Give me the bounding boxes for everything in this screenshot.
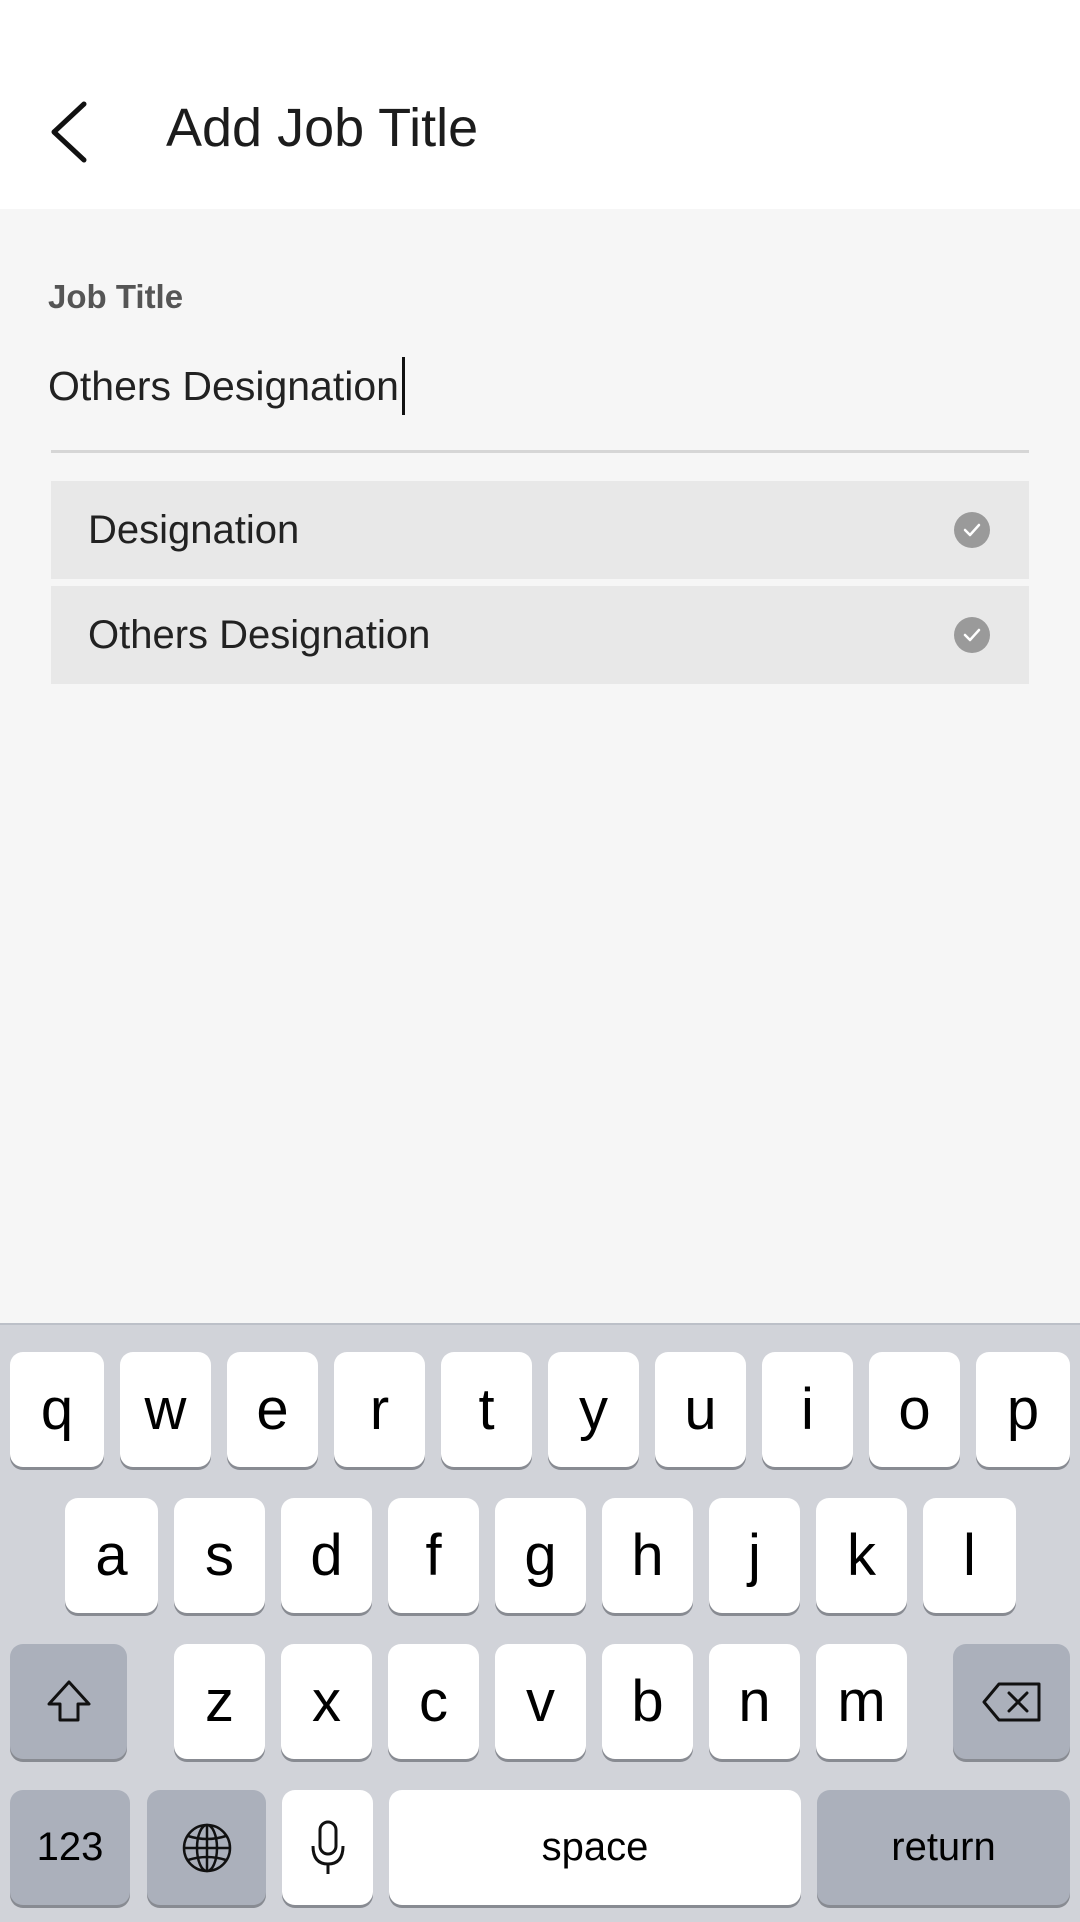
key-v[interactable]: v [495,1644,586,1759]
key-b[interactable]: b [602,1644,693,1759]
space-key[interactable]: space [389,1790,801,1905]
key-w[interactable]: w [120,1352,211,1467]
check-circle-icon [954,512,990,548]
input-underline [51,450,1029,453]
numbers-key[interactable]: 123 [10,1790,130,1905]
key-e[interactable]: e [227,1352,318,1467]
key-x[interactable]: x [281,1644,372,1759]
return-key[interactable]: return [817,1790,1070,1905]
suggestion-item-others-designation[interactable]: Others Designation [51,586,1029,684]
suggestion-label: Others Designation [88,612,431,657]
chevron-left-icon [51,101,87,163]
key-y[interactable]: y [548,1352,639,1467]
key-z[interactable]: z [174,1644,265,1759]
key-c[interactable]: c [388,1644,479,1759]
shift-key[interactable] [10,1644,127,1759]
back-button[interactable] [38,92,98,172]
key-p[interactable]: p [976,1352,1070,1467]
microphone-key[interactable] [282,1790,373,1905]
key-a[interactable]: a [65,1498,158,1613]
key-s[interactable]: s [174,1498,265,1613]
key-m[interactable]: m [816,1644,907,1759]
key-n[interactable]: n [709,1644,800,1759]
on-screen-keyboard: q w e r t y u i o p a s d f g h j k l z … [0,1323,1080,1922]
backspace-key[interactable] [953,1644,1070,1759]
key-i[interactable]: i [762,1352,853,1467]
backspace-icon [982,1682,1040,1721]
key-t[interactable]: t [441,1352,532,1467]
header: Add Job Title [0,0,1080,209]
job-title-input[interactable]: Others Designation [48,356,405,416]
key-d[interactable]: d [281,1498,372,1613]
text-caret [401,357,405,415]
key-g[interactable]: g [495,1498,586,1613]
key-q[interactable]: q [10,1352,104,1467]
key-j[interactable]: j [709,1498,800,1613]
suggestion-label: Designation [88,507,300,552]
shift-icon [47,1680,90,1721]
check-circle-icon [954,617,990,653]
job-title-label: Job Title [48,278,184,315]
key-k[interactable]: k [816,1498,907,1613]
job-title-input-value: Others Designation [48,362,399,409]
suggestion-item-designation[interactable]: Designation [51,481,1029,579]
key-l[interactable]: l [923,1498,1016,1613]
key-f[interactable]: f [388,1498,479,1613]
globe-icon [182,1823,231,1872]
key-r[interactable]: r [334,1352,425,1467]
globe-key[interactable] [147,1790,266,1905]
page-title: Add Job Title [166,98,479,158]
microphone-icon [311,1820,344,1874]
key-o[interactable]: o [869,1352,960,1467]
key-h[interactable]: h [602,1498,693,1613]
key-u[interactable]: u [655,1352,746,1467]
